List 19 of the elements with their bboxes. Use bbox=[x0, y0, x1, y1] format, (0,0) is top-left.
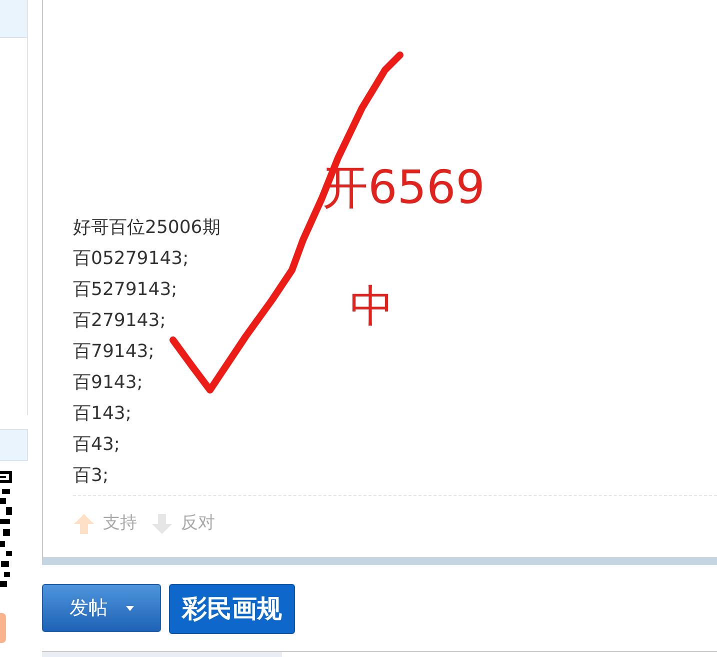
post-text-line: 百279143; bbox=[73, 309, 166, 333]
handwritten-annotation: 中 bbox=[350, 285, 394, 329]
oppose-link[interactable]: 反对 bbox=[181, 511, 215, 537]
new-post-button[interactable]: 发帖 bbox=[42, 584, 161, 632]
down-arrow-icon bbox=[151, 513, 173, 535]
rules-button[interactable]: 彩民画规 bbox=[169, 584, 295, 634]
post-text-line: 好哥百位25006期 bbox=[73, 216, 220, 240]
up-arrow-icon bbox=[73, 513, 95, 535]
post-text-line: 百05279143; bbox=[73, 247, 189, 271]
post-text-line: 百143; bbox=[73, 402, 132, 426]
support-link[interactable]: 支持 bbox=[103, 511, 137, 537]
caret-icon bbox=[126, 606, 134, 610]
post-text-line: 百5279143; bbox=[73, 278, 178, 302]
post-text-line: 百9143; bbox=[73, 371, 143, 395]
sidebar-button[interactable] bbox=[0, 613, 6, 643]
post-text-line: 百43; bbox=[73, 433, 120, 457]
post-text-line: 百79143; bbox=[73, 340, 154, 364]
post-text-line: 百3; bbox=[73, 464, 109, 488]
sidebar-header bbox=[0, 429, 28, 461]
